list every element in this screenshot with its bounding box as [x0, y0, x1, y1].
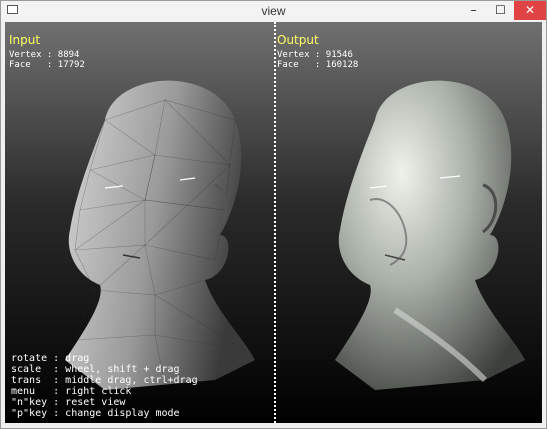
- output-head-mesh: [335, 80, 525, 390]
- input-face-stat: Face : 17792: [9, 60, 85, 70]
- output-face-count: 160128: [325, 60, 359, 70]
- minimize-button[interactable]: –: [460, 1, 487, 20]
- output-face-stat: Face : 160128: [277, 60, 358, 70]
- help-text: rotate : drag scale : wheel, shift + dra…: [11, 353, 198, 419]
- input-face-label: Face :: [9, 60, 58, 70]
- help-line-display-mode: "p"key : change display mode: [11, 408, 180, 419]
- help-line-menu: menu : right click: [11, 386, 132, 397]
- input-head-mesh: [65, 80, 255, 390]
- input-vertex-count: 8894: [57, 50, 80, 60]
- help-line-scale: scale : wheel, shift + drag: [11, 364, 180, 375]
- input-face-count: 17792: [57, 60, 85, 70]
- app-window: view – ☐ ✕ Input Vertex: 8894 Face: 17…: [0, 0, 547, 429]
- output-title: Output: [277, 33, 319, 47]
- panel-divider: [274, 22, 276, 423]
- output-vertex-label: Vertex :: [277, 50, 326, 60]
- help-line-rotate: rotate : drag: [11, 353, 90, 364]
- output-face-label: Face :: [277, 60, 326, 70]
- input-vertex-label: Vertex :: [9, 50, 58, 60]
- title-bar[interactable]: view – ☐ ✕: [1, 1, 546, 21]
- output-vertex-count: 91546: [325, 50, 353, 60]
- help-line-reset: "n"key : reset view: [11, 397, 126, 408]
- maximize-button[interactable]: ☐: [487, 1, 514, 20]
- close-button[interactable]: ✕: [514, 1, 546, 20]
- output-vertex-stat: Vertex : 91546: [277, 50, 353, 60]
- render-viewport[interactable]: Input Vertex : 8894 Face : 17792 Output …: [5, 22, 542, 423]
- input-title: Input: [9, 33, 41, 47]
- input-vertex-stat: Vertex : 8894: [9, 50, 79, 60]
- help-line-trans: trans : middle drag, ctrl+drag: [11, 375, 198, 386]
